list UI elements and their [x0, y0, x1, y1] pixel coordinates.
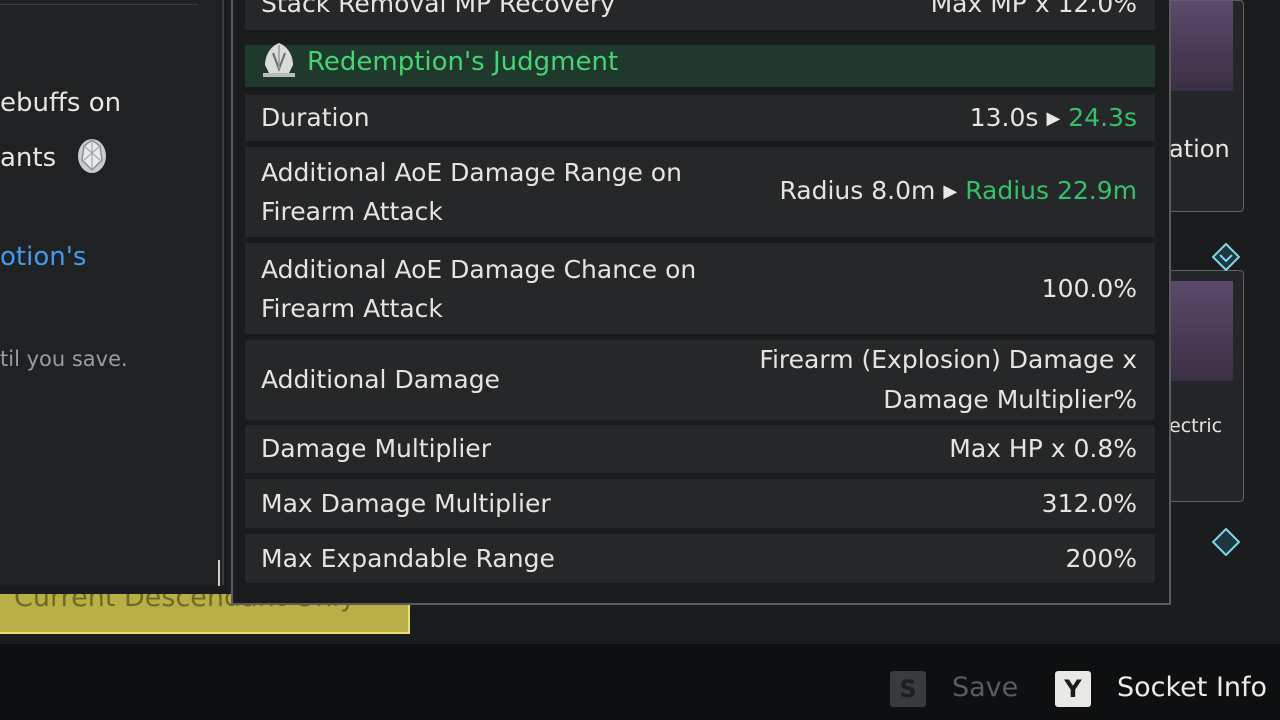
stat-value: 13.0s ▶ 24.3s [970, 98, 1137, 139]
divider [0, 4, 198, 5]
socket-type-icon [1212, 243, 1240, 271]
stat-label: Additional AoE Damage Chance on Firearm … [261, 255, 697, 323]
stat-row: Stack Removal MP Recovery Max MP x 12.0% [245, 0, 1155, 30]
value-after: Radius 22.9m [965, 176, 1137, 205]
save-button[interactable]: Save [952, 672, 1018, 703]
stat-row: Additional AoE Damage Chance on Firearm … [245, 243, 1155, 334]
description-line-1: ebuffs on [0, 88, 122, 118]
module-thumbnail [1171, 281, 1233, 381]
section-title: Redemption's Judgment [307, 47, 619, 77]
stat-row: Damage Multiplier Max HP x 0.8% [245, 425, 1155, 473]
stat-label: Max Damage Multiplier [261, 489, 551, 518]
module-card[interactable]: ectric [1160, 270, 1244, 502]
save-key-hint[interactable]: S [890, 671, 926, 707]
skill-link[interactable]: otion's [0, 242, 86, 272]
stat-label: Max Expandable Range [261, 544, 555, 573]
stat-label: Stack Removal MP Recovery [261, 0, 615, 18]
crystal-icon [78, 139, 106, 173]
description-line-2: ants [0, 143, 57, 173]
module-description-panel: ebuffs on ants otion's til you save. [0, 0, 224, 585]
stat-value: 200% [1065, 544, 1137, 573]
stat-row: Duration 13.0s ▶ 24.3s [245, 95, 1155, 141]
stat-value: Max HP x 0.8% [949, 434, 1137, 463]
stat-row: Max Expandable Range 200% [245, 534, 1155, 583]
module-card-label: ectric [1169, 415, 1223, 437]
value-before: 13.0s [969, 103, 1039, 132]
socket-info-key-hint[interactable]: Y [1055, 671, 1091, 707]
value-after: 24.3s [1068, 103, 1137, 132]
socket-info-button[interactable]: Socket Info [1117, 672, 1267, 703]
arrow-right-icon: ▶ [1046, 108, 1061, 129]
stat-value: Firearm (Explosion) Damage x Damage Mult… [759, 345, 1137, 414]
stat-value: 100.0% [1041, 274, 1137, 303]
stat-value: Radius 8.0m ▶ Radius 22.9m [779, 171, 1137, 212]
stat-row: Additional Damage Firearm (Explosion) Da… [245, 340, 1155, 420]
stat-label: Damage Multiplier [261, 434, 491, 463]
stat-value: Max MP x 12.0% [930, 0, 1137, 18]
socket-type-icon [1212, 528, 1240, 556]
helmet-icon [263, 43, 295, 77]
module-thumbnail [1171, 1, 1233, 91]
unsaved-note: til you save. [0, 347, 128, 371]
arrow-right-icon: ▶ [943, 181, 958, 202]
stat-label: Additional Damage [261, 365, 500, 394]
module-info-modal: Stack Removal MP Recovery Max MP x 12.0%… [231, 0, 1171, 605]
module-card[interactable]: ation [1160, 0, 1244, 212]
section-header: Redemption's Judgment [245, 43, 1155, 87]
stat-row: Additional AoE Damage Range on Firearm A… [245, 147, 1155, 237]
scroll-indicator [218, 560, 220, 586]
stat-label: Duration [261, 103, 370, 132]
stat-label: Additional AoE Damage Range on Firearm A… [261, 158, 682, 226]
value-before: Radius 8.0m [779, 176, 936, 205]
stat-row: Max Damage Multiplier 312.0% [245, 479, 1155, 528]
stat-value: 312.0% [1041, 489, 1137, 518]
module-card-label: ation [1169, 135, 1230, 163]
